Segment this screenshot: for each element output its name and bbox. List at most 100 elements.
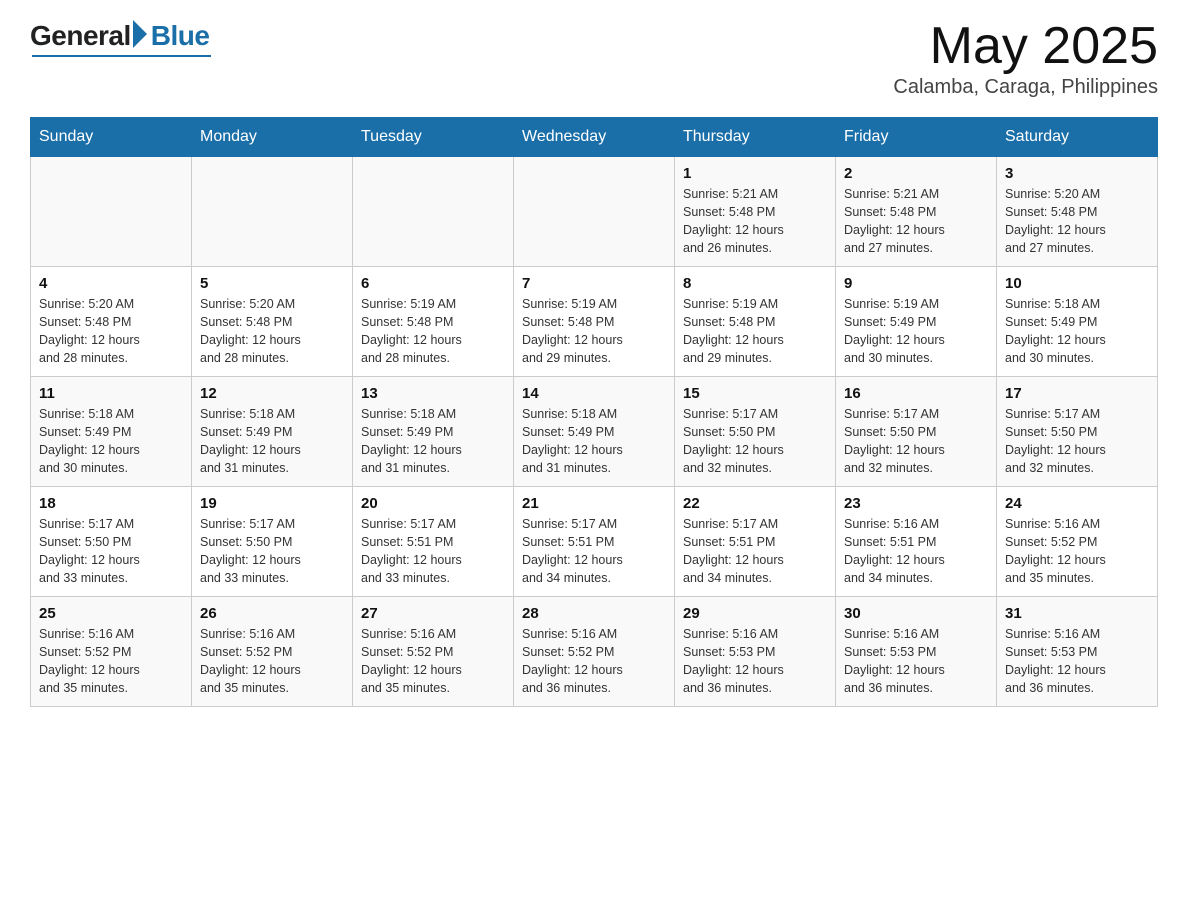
day-info: Sunrise: 5:19 AMSunset: 5:49 PMDaylight:… <box>844 295 988 368</box>
day-info: Sunrise: 5:16 AMSunset: 5:52 PMDaylight:… <box>522 625 666 698</box>
day-info: Sunrise: 5:21 AMSunset: 5:48 PMDaylight:… <box>844 185 988 258</box>
calendar-day: 27Sunrise: 5:16 AMSunset: 5:52 PMDayligh… <box>353 597 514 707</box>
col-saturday: Saturday <box>997 118 1158 157</box>
day-info: Sunrise: 5:19 AMSunset: 5:48 PMDaylight:… <box>522 295 666 368</box>
day-info: Sunrise: 5:17 AMSunset: 5:50 PMDaylight:… <box>200 515 344 588</box>
calendar-day: 19 Sunrise: 5:17 AMSunset: 5:50 PMDayligh… <box>192 487 353 597</box>
calendar-week-3: 11 Sunrise: 5:18 AMSunset: 5:49 PMDayligh… <box>31 377 1158 487</box>
calendar-day: 23 Sunrise: 5:16 AMSunset: 5:51 PMDayligh… <box>836 487 997 597</box>
day-info: Sunrise: 5:17 AMSunset: 5:50 PMDaylight:… <box>844 405 988 478</box>
day-number: 31 <box>1005 605 1149 622</box>
day-info: Sunrise: 5:18 AMSunset: 5:49 PMDaylight:… <box>361 405 505 478</box>
calendar-day: 3 Sunrise: 5:20 AMSunset: 5:48 PMDaylight… <box>997 157 1158 267</box>
day-number: 24 <box>1005 495 1149 512</box>
calendar-day: 30 Sunrise: 5:16 AMSunset: 5:53 PMDayligh… <box>836 597 997 707</box>
day-number: 2 <box>844 165 988 182</box>
calendar-day: 13 Sunrise: 5:18 AMSunset: 5:49 PMDayligh… <box>353 377 514 487</box>
calendar-day: 22 Sunrise: 5:17 AMSunset: 5:51 PMDayligh… <box>675 487 836 597</box>
day-info: Sunrise: 5:16 AMSunset: 5:53 PMDaylight:… <box>844 625 988 698</box>
calendar-day: 7Sunrise: 5:19 AMSunset: 5:48 PMDaylight… <box>514 267 675 377</box>
day-info: Sunrise: 5:17 AMSunset: 5:50 PMDaylight:… <box>683 405 827 478</box>
logo-triangle-icon <box>133 20 147 48</box>
calendar-day: 9 Sunrise: 5:19 AMSunset: 5:49 PMDaylight… <box>836 267 997 377</box>
calendar-day: 24 Sunrise: 5:16 AMSunset: 5:52 PMDayligh… <box>997 487 1158 597</box>
calendar-day: 5Sunrise: 5:20 AMSunset: 5:48 PMDaylight… <box>192 267 353 377</box>
calendar-day: 25 Sunrise: 5:16 AMSunset: 5:52 PMDayligh… <box>31 597 192 707</box>
day-number: 5 <box>200 275 344 292</box>
day-info: Sunrise: 5:17 AMSunset: 5:50 PMDaylight:… <box>39 515 183 588</box>
col-friday: Friday <box>836 118 997 157</box>
calendar-day: 6Sunrise: 5:19 AMSunset: 5:48 PMDaylight… <box>353 267 514 377</box>
day-info: Sunrise: 5:16 AMSunset: 5:52 PMDaylight:… <box>200 625 344 698</box>
day-number: 23 <box>844 495 988 512</box>
day-info: Sunrise: 5:21 AMSunset: 5:48 PMDaylight:… <box>683 185 827 258</box>
logo-blue-text: Blue <box>151 20 210 52</box>
calendar-day: 16 Sunrise: 5:17 AMSunset: 5:50 PMDayligh… <box>836 377 997 487</box>
day-info: Sunrise: 5:18 AMSunset: 5:49 PMDaylight:… <box>522 405 666 478</box>
calendar-day: 2 Sunrise: 5:21 AMSunset: 5:48 PMDaylight… <box>836 157 997 267</box>
day-number: 29 <box>683 605 827 622</box>
calendar-day: 18 Sunrise: 5:17 AMSunset: 5:50 PMDayligh… <box>31 487 192 597</box>
day-number: 1 <box>683 165 827 182</box>
day-number: 9 <box>844 275 988 292</box>
calendar-day: 15 Sunrise: 5:17 AMSunset: 5:50 PMDayligh… <box>675 377 836 487</box>
calendar-day: 21 Sunrise: 5:17 AMSunset: 5:51 PMDayligh… <box>514 487 675 597</box>
calendar-day: 31 Sunrise: 5:16 AMSunset: 5:53 PMDayligh… <box>997 597 1158 707</box>
col-monday: Monday <box>192 118 353 157</box>
day-info: Sunrise: 5:18 AMSunset: 5:49 PMDaylight:… <box>39 405 183 478</box>
logo-general-text: General <box>30 20 131 52</box>
calendar-week-4: 18 Sunrise: 5:17 AMSunset: 5:50 PMDayligh… <box>31 487 1158 597</box>
location-subtitle: Calamba, Caraga, Philippines <box>893 76 1158 99</box>
day-number: 30 <box>844 605 988 622</box>
day-number: 27 <box>361 605 505 622</box>
calendar-day: 10Sunrise: 5:18 AMSunset: 5:49 PMDayligh… <box>997 267 1158 377</box>
page-header: General Blue May 2025 Calamba, Caraga, P… <box>30 20 1158 99</box>
calendar-table: Sunday Monday Tuesday Wednesday Thursday… <box>30 117 1158 707</box>
day-number: 14 <box>522 385 666 402</box>
calendar-header-row: Sunday Monday Tuesday Wednesday Thursday… <box>31 118 1158 157</box>
day-info: Sunrise: 5:20 AMSunset: 5:48 PMDaylight:… <box>1005 185 1149 258</box>
day-info: Sunrise: 5:16 AMSunset: 5:51 PMDaylight:… <box>844 515 988 588</box>
day-number: 13 <box>361 385 505 402</box>
day-info: Sunrise: 5:16 AMSunset: 5:53 PMDaylight:… <box>1005 625 1149 698</box>
day-info: Sunrise: 5:17 AMSunset: 5:51 PMDaylight:… <box>683 515 827 588</box>
col-sunday: Sunday <box>31 118 192 157</box>
day-number: 16 <box>844 385 988 402</box>
day-number: 3 <box>1005 165 1149 182</box>
day-number: 19 <box>200 495 344 512</box>
day-info: Sunrise: 5:17 AMSunset: 5:51 PMDaylight:… <box>522 515 666 588</box>
calendar-day <box>192 157 353 267</box>
col-wednesday: Wednesday <box>514 118 675 157</box>
day-number: 8 <box>683 275 827 292</box>
calendar-week-1: 1 Sunrise: 5:21 AMSunset: 5:48 PMDaylight… <box>31 157 1158 267</box>
calendar-day: 12Sunrise: 5:18 AMSunset: 5:49 PMDayligh… <box>192 377 353 487</box>
day-number: 15 <box>683 385 827 402</box>
col-tuesday: Tuesday <box>353 118 514 157</box>
col-thursday: Thursday <box>675 118 836 157</box>
calendar-day: 11 Sunrise: 5:18 AMSunset: 5:49 PMDayligh… <box>31 377 192 487</box>
day-number: 21 <box>522 495 666 512</box>
day-info: Sunrise: 5:18 AMSunset: 5:49 PMDaylight:… <box>200 405 344 478</box>
day-info: Sunrise: 5:19 AMSunset: 5:48 PMDaylight:… <box>683 295 827 368</box>
day-number: 6 <box>361 275 505 292</box>
calendar-day <box>31 157 192 267</box>
day-number: 22 <box>683 495 827 512</box>
title-area: May 2025 Calamba, Caraga, Philippines <box>893 20 1158 99</box>
month-year-title: May 2025 <box>893 20 1158 72</box>
calendar-day: 26Sunrise: 5:16 AMSunset: 5:52 PMDayligh… <box>192 597 353 707</box>
day-number: 4 <box>39 275 183 292</box>
calendar-day <box>514 157 675 267</box>
day-info: Sunrise: 5:16 AMSunset: 5:52 PMDaylight:… <box>1005 515 1149 588</box>
calendar-day: 8 Sunrise: 5:19 AMSunset: 5:48 PMDaylight… <box>675 267 836 377</box>
day-info: Sunrise: 5:16 AMSunset: 5:52 PMDaylight:… <box>39 625 183 698</box>
day-number: 11 <box>39 385 183 402</box>
day-number: 25 <box>39 605 183 622</box>
logo-underline <box>32 55 211 57</box>
day-info: Sunrise: 5:16 AMSunset: 5:53 PMDaylight:… <box>683 625 827 698</box>
day-number: 18 <box>39 495 183 512</box>
calendar-day: 20Sunrise: 5:17 AMSunset: 5:51 PMDayligh… <box>353 487 514 597</box>
calendar-week-2: 4 Sunrise: 5:20 AMSunset: 5:48 PMDaylight… <box>31 267 1158 377</box>
day-info: Sunrise: 5:20 AMSunset: 5:48 PMDaylight:… <box>39 295 183 368</box>
calendar-day: 28Sunrise: 5:16 AMSunset: 5:52 PMDayligh… <box>514 597 675 707</box>
calendar-week-5: 25 Sunrise: 5:16 AMSunset: 5:52 PMDayligh… <box>31 597 1158 707</box>
